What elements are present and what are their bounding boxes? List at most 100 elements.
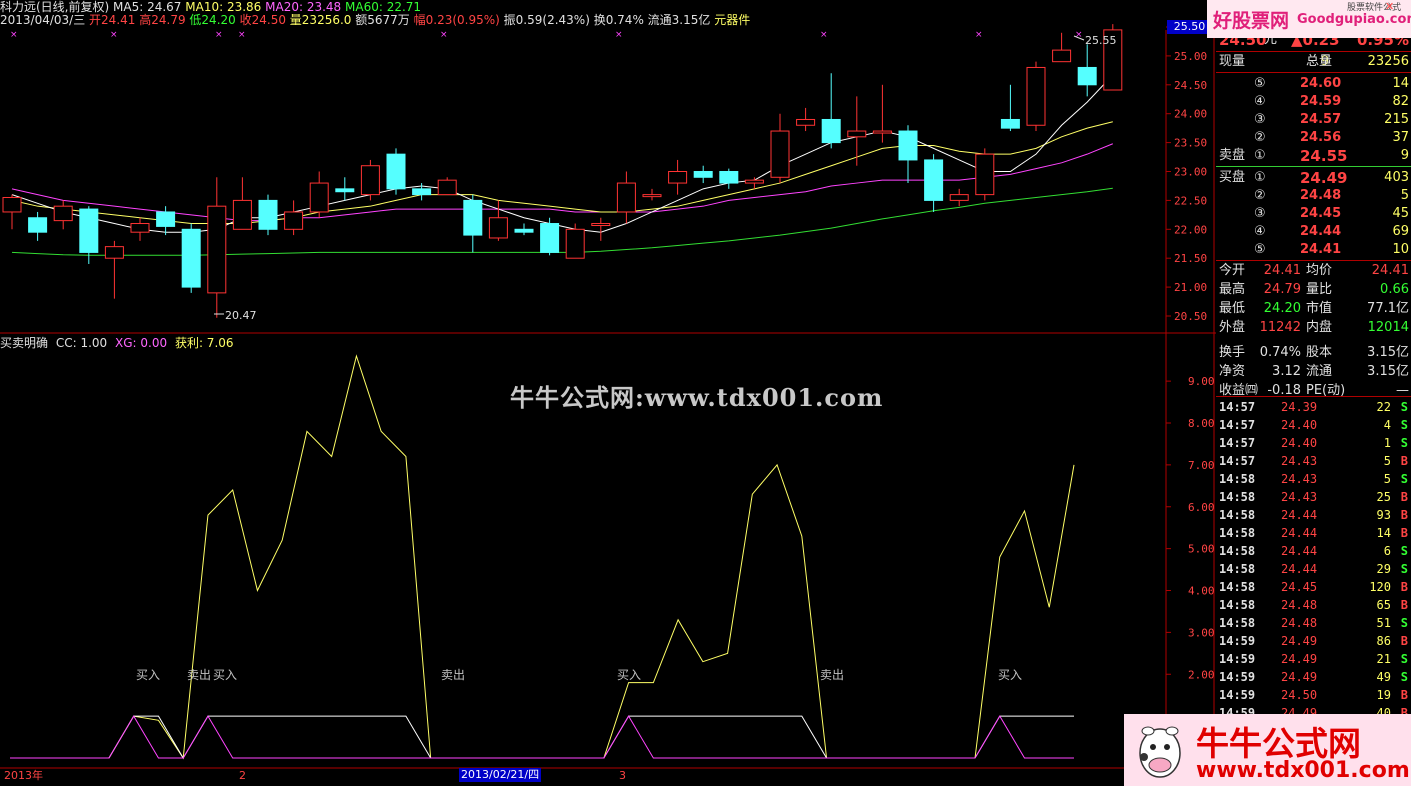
- tick-volume: 19: [1376, 688, 1391, 702]
- tick-price: 24.40: [1281, 418, 1318, 432]
- time-axis-year: 2013年: [4, 769, 43, 782]
- price-tick-label: 22.50: [1174, 194, 1207, 207]
- price-tick-label: 24.00: [1174, 108, 1207, 121]
- stat-row: 净资 3.12 流通 3.15亿: [1216, 363, 1411, 381]
- ask-level-index: ⑤: [1254, 76, 1266, 91]
- stat-label: 最高: [1219, 282, 1246, 297]
- current-volume-label: 现量: [1219, 54, 1246, 69]
- stat-label: 换手: [1219, 345, 1246, 360]
- tick-price: 24.48: [1281, 598, 1318, 612]
- tick-side: B: [1400, 490, 1408, 504]
- time-axis-month-3: 3: [619, 769, 626, 782]
- candle-down: [386, 153, 406, 190]
- event-marker-icon: ×: [440, 30, 448, 40]
- close-icon[interactable]: ✕: [1385, 0, 1394, 13]
- stat-label: 均价: [1306, 263, 1333, 278]
- candle-up: [847, 130, 867, 138]
- bid-volume: 10: [1392, 242, 1409, 257]
- quote-panel: 24.50 元 ▲0.23 0.95% 现量 9 总量 23256 ⑤ 24.60…: [1216, 18, 1411, 786]
- brand-logo-top: 好股票网 Goodgupiao.com 股票软件公式: [1207, 0, 1411, 38]
- stat-value: 77.1亿: [1367, 301, 1409, 316]
- candle-down: [540, 223, 560, 253]
- tick-side: B: [1400, 580, 1408, 594]
- candle-up: [104, 246, 124, 259]
- candle-up: [872, 130, 892, 134]
- ask-level-index: ④: [1254, 94, 1266, 109]
- divider: [1216, 51, 1411, 52]
- ask-level-index: ③: [1254, 112, 1266, 127]
- candle-down: [898, 130, 918, 161]
- osc-tick-label: 6.00: [1188, 501, 1215, 514]
- candle-down: [1077, 66, 1097, 86]
- time-axis-cursor-date[interactable]: 2013/02/21/四: [459, 768, 542, 782]
- tick-side: S: [1400, 544, 1408, 558]
- candle-up: [975, 153, 995, 196]
- ask-level-index: ②: [1254, 130, 1266, 145]
- stat-row: 换手 0.74% 股本 3.15亿: [1216, 344, 1411, 362]
- ask-level: ② 24.56 37: [1216, 129, 1411, 147]
- volume-row: 现量 9 总量 23256: [1216, 53, 1411, 71]
- tick-side: B: [1400, 688, 1408, 702]
- stat-value: 0.74%: [1259, 345, 1301, 360]
- signal-buy-3: 买入: [617, 668, 642, 682]
- stat-label: 流通: [1306, 364, 1333, 379]
- tdx-kline-window: 科力远(日线,前复权) MA5: 24.67 MA10: 23.86 MA20:…: [0, 0, 1411, 786]
- total-volume-label: 总量: [1306, 54, 1333, 69]
- candle-up: [949, 194, 969, 201]
- stat-label: 量比: [1306, 282, 1333, 297]
- tick-volume: 4: [1383, 418, 1391, 432]
- ask-volume: 82: [1392, 94, 1409, 109]
- tick-price: 24.44: [1281, 562, 1318, 576]
- ask-price: 24.60: [1300, 76, 1342, 91]
- tick-time: 14:58: [1219, 544, 1256, 558]
- stat-row: 最低 24.20 市值 77.1亿: [1216, 300, 1411, 318]
- price-axis: 25.5025.0024.5024.0023.5023.0022.5022.00…: [1166, 21, 1207, 323]
- stat-label: 最低: [1219, 301, 1246, 316]
- tick-price: 24.43: [1281, 490, 1318, 504]
- candle-up: [130, 223, 150, 233]
- ask-volume: 215: [1384, 112, 1409, 127]
- candle-up: [1052, 49, 1072, 63]
- bid-level-index: ④: [1254, 224, 1266, 239]
- period-high-mark: 25.55: [1085, 34, 1117, 47]
- tick-volume: 5: [1383, 472, 1391, 486]
- price-tick-label: 24.50: [1174, 79, 1207, 92]
- bid-price: 24.48: [1300, 188, 1342, 203]
- osc-tick-label: 3.00: [1188, 626, 1215, 639]
- stat-label: 内盘: [1306, 320, 1333, 335]
- bid-price: 24.45: [1300, 206, 1342, 221]
- tick-side: B: [1400, 508, 1408, 522]
- osc-tick-label: 5.00: [1188, 543, 1215, 556]
- tick-price: 24.50: [1281, 688, 1318, 702]
- candle-up: [232, 199, 252, 230]
- bid-volume: 69: [1392, 224, 1409, 239]
- event-marker-icon: ×: [1075, 30, 1083, 40]
- tick-volume: 14: [1376, 526, 1391, 540]
- tick-volume: 5: [1383, 454, 1391, 468]
- tick-side: S: [1400, 670, 1408, 684]
- candle-down: [924, 159, 944, 201]
- tick-volume: 1: [1383, 436, 1391, 450]
- osc-tick-label: 8.00: [1188, 417, 1215, 430]
- tick-time: 14:58: [1219, 598, 1256, 612]
- price-tick-label: 23.00: [1174, 166, 1207, 179]
- tick-time: 14:59: [1219, 670, 1256, 684]
- candle-up: [488, 217, 508, 239]
- ask-label: 卖盘: [1219, 148, 1246, 163]
- oscillator-header: 买卖明确 CC: 1.00 XG: 0.00 获利: 7.06: [0, 336, 238, 350]
- tick-volume: 86: [1376, 634, 1391, 648]
- tick-time: 14:58: [1219, 490, 1256, 504]
- candle-up: [284, 211, 304, 230]
- stat-label: 市值: [1306, 301, 1333, 316]
- tick-row: 14:58 24.44 14 B: [1216, 524, 1411, 542]
- candle-up: [207, 205, 227, 294]
- candle-up: [309, 182, 329, 213]
- candle-up: [1026, 66, 1046, 126]
- tick-volume: 6: [1383, 544, 1391, 558]
- tick-time: 14:58: [1219, 580, 1256, 594]
- tick-side: S: [1400, 400, 1408, 414]
- price-tick-label: 21.00: [1174, 281, 1207, 294]
- tick-side: S: [1400, 616, 1408, 630]
- brand-top-title: 好股票网: [1213, 10, 1290, 32]
- candle-up: [770, 130, 790, 178]
